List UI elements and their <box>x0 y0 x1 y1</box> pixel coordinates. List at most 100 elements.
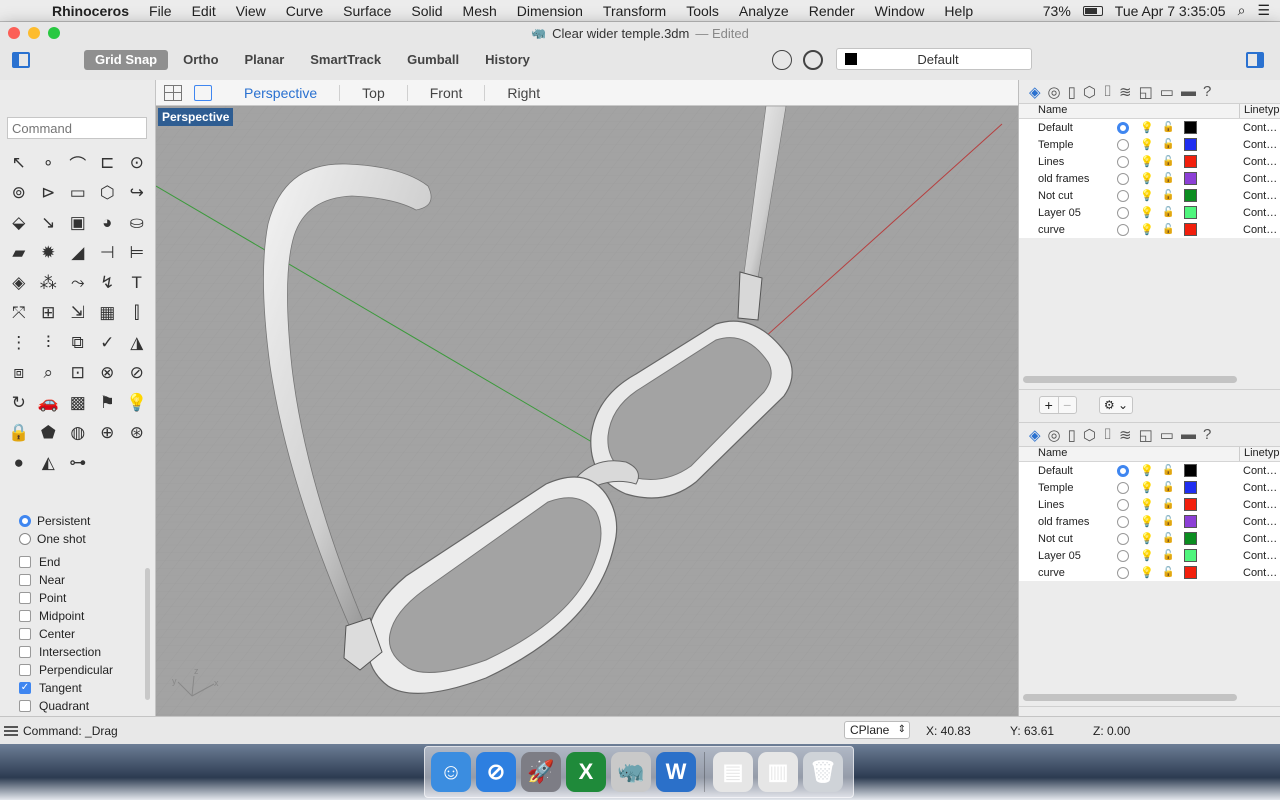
layer-color-swatch[interactable] <box>1184 515 1197 528</box>
layer-linetype[interactable]: Cont… <box>1239 122 1280 134</box>
menu-transform[interactable]: Transform <box>593 3 676 19</box>
layer-name[interactable]: Default <box>1019 122 1104 134</box>
dock-launchpad-icon[interactable]: 🚀 <box>521 752 561 792</box>
layer-row[interactable]: Default 💡 🔓 Cont… <box>1019 462 1280 479</box>
tool-17-icon[interactable]: ◢ <box>63 238 93 268</box>
current-layer-radio[interactable] <box>1117 481 1129 494</box>
tool-42-icon[interactable]: ▩ <box>63 388 93 418</box>
menu-edit[interactable]: Edit <box>182 3 226 19</box>
layer-linetype[interactable]: Cont… <box>1239 190 1280 202</box>
snap-center[interactable]: Center <box>0 625 156 643</box>
current-layer-radio[interactable] <box>1117 172 1129 185</box>
lightbulb-icon[interactable]: 💡 <box>1140 515 1154 528</box>
app-menu[interactable]: Rhinoceros <box>40 3 139 19</box>
tool-15-icon[interactable]: ▰ <box>4 238 34 268</box>
menu-render[interactable]: Render <box>799 3 865 19</box>
lock-icon[interactable]: 🔓 <box>1162 190 1174 201</box>
layer-row[interactable]: Layer 05 💡 🔓 Cont… <box>1019 547 1280 564</box>
notification-center-icon[interactable]: ☰ <box>1257 2 1270 19</box>
current-layer-radio[interactable] <box>1117 549 1129 562</box>
tool-36-icon[interactable]: ⌕ <box>34 358 64 388</box>
tool-22-icon[interactable]: ⤳ <box>63 268 93 298</box>
document-icon[interactable]: ▯ <box>1068 83 1076 101</box>
planar-button[interactable]: Planar <box>234 50 296 70</box>
layer-linetype[interactable]: Cont… <box>1239 173 1280 185</box>
layer-linetype[interactable]: Cont… <box>1239 224 1280 236</box>
layer-color-swatch[interactable] <box>1184 532 1197 545</box>
menu-mesh[interactable]: Mesh <box>453 3 507 19</box>
tool-28-icon[interactable]: ▦ <box>93 298 123 328</box>
layer-row[interactable]: Lines 💡 🔓 Cont… <box>1019 153 1280 170</box>
current-layer-radio[interactable] <box>1117 498 1129 511</box>
snap-checkbox[interactable] <box>19 646 31 658</box>
lightbulb-icon[interactable]: 💡 <box>1140 172 1154 185</box>
current-layer-radio[interactable] <box>1117 189 1129 202</box>
snap-checkbox[interactable] <box>19 700 31 712</box>
layer-name[interactable]: Default <box>1019 465 1104 477</box>
snap-midpoint[interactable]: Midpoint <box>0 607 156 625</box>
layer-linetype[interactable]: Cont… <box>1239 550 1280 562</box>
osnap-target-icon[interactable] <box>772 50 792 70</box>
lightbulb-icon[interactable]: 💡 <box>1140 566 1154 579</box>
layer-row[interactable]: Default 💡 🔓 Cont… <box>1019 119 1280 136</box>
tool-35-icon[interactable]: ⧈ <box>4 358 34 388</box>
panel-icon[interactable]: ▭ <box>1160 426 1174 444</box>
layer-color-swatch[interactable] <box>1184 172 1197 185</box>
monitor-icon[interactable]: ▬ <box>1181 426 1196 443</box>
lock-icon[interactable]: 🔓 <box>1162 567 1174 578</box>
battery-percent[interactable]: 73% <box>1043 3 1071 19</box>
dock-finder-icon[interactable]: ☺ <box>431 752 471 792</box>
notes-icon[interactable]: ◱ <box>1139 83 1153 101</box>
menu-solid[interactable]: Solid <box>401 3 452 19</box>
layer-color-swatch[interactable] <box>1184 223 1197 236</box>
lock-icon[interactable]: 🔓 <box>1162 465 1174 476</box>
menu-curve[interactable]: Curve <box>276 3 333 19</box>
current-layer-radio[interactable] <box>1117 566 1129 579</box>
lightbulb-icon[interactable]: 💡 <box>1140 189 1154 202</box>
snap-end[interactable]: End <box>0 553 156 571</box>
tool-50-icon[interactable]: ● <box>4 448 34 478</box>
lock-icon[interactable]: 🔓 <box>1162 224 1174 235</box>
layer-row[interactable]: Not cut 💡 🔓 Cont… <box>1019 530 1280 547</box>
document-proxy-icon[interactable]: 🦏 <box>531 26 546 40</box>
one-shot-radio[interactable] <box>19 533 31 545</box>
tool-38-icon[interactable]: ⊗ <box>93 358 123 388</box>
layer-row[interactable]: curve 💡 🔓 Cont… <box>1019 221 1280 238</box>
record-history-icon[interactable] <box>803 50 823 70</box>
lock-icon[interactable]: 🔓 <box>1162 173 1174 184</box>
tool-37-icon[interactable]: ⊡ <box>63 358 93 388</box>
layer-linetype[interactable]: Cont… <box>1239 139 1280 151</box>
snap-perpendicular[interactable]: Perpendicular <box>0 661 156 679</box>
tool-16-icon[interactable]: ✹ <box>34 238 64 268</box>
layer-row[interactable]: Temple 💡 🔓 Cont… <box>1019 136 1280 153</box>
help-icon[interactable]: ? <box>1203 83 1211 100</box>
left-sidebar-toggle-icon[interactable] <box>12 52 30 68</box>
tool-27-icon[interactable]: ⇲ <box>63 298 93 328</box>
layer-color-swatch[interactable] <box>1184 566 1197 579</box>
tool-2-icon[interactable]: ⌒ <box>63 148 93 178</box>
lock-icon[interactable]: 🔓 <box>1162 139 1174 150</box>
layer-color-swatch[interactable] <box>1184 464 1197 477</box>
current-layer-radio[interactable] <box>1117 121 1129 134</box>
current-layer-radio[interactable] <box>1117 138 1129 151</box>
menu-help[interactable]: Help <box>934 3 983 19</box>
display-icon[interactable]: ≋ <box>1119 83 1132 101</box>
tab-perspective[interactable]: Perspective <box>222 85 339 101</box>
lightbulb-icon[interactable]: 💡 <box>1140 138 1154 151</box>
tab-front[interactable]: Front <box>406 84 485 101</box>
snap-point[interactable]: Point <box>0 589 156 607</box>
tool-49-icon[interactable]: ⊛ <box>122 418 152 448</box>
layer-name[interactable]: Not cut <box>1019 190 1104 202</box>
tool-51-icon[interactable]: ◭ <box>34 448 64 478</box>
history-button[interactable]: History <box>474 50 541 70</box>
tool-12-icon[interactable]: ▣ <box>63 208 93 238</box>
snap-tangent[interactable]: ✓ Tangent <box>0 679 156 697</box>
snap-checkbox[interactable] <box>19 556 31 568</box>
layer-color-swatch[interactable] <box>1184 121 1197 134</box>
perspective-viewport[interactable]: Perspective x y z <box>156 106 1018 716</box>
lock-icon[interactable]: 🔓 <box>1162 482 1174 493</box>
single-view-layout-icon[interactable] <box>194 84 212 101</box>
tool-13-icon[interactable]: ◕ <box>93 208 123 238</box>
tool-11-icon[interactable]: ↘ <box>34 208 64 238</box>
layer-row[interactable]: Not cut 💡 🔓 Cont… <box>1019 187 1280 204</box>
